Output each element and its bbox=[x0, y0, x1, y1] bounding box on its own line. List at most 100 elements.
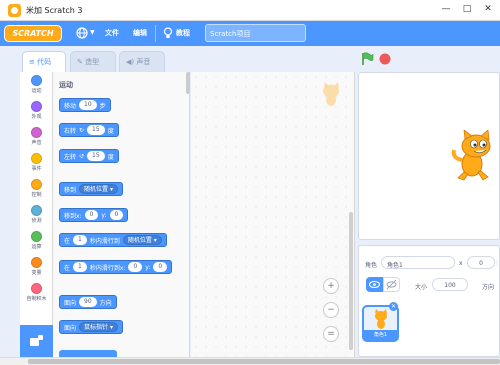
category-item[interactable]: 运算 bbox=[20, 229, 53, 254]
category-dot-icon bbox=[31, 257, 42, 268]
stop-icon[interactable] bbox=[379, 53, 391, 65]
maximize-button[interactable]: □ bbox=[462, 4, 472, 14]
category-label: 控制 bbox=[31, 192, 42, 198]
category-item[interactable]: 事件 bbox=[20, 151, 53, 176]
category-dot-icon bbox=[31, 153, 42, 164]
category-dot-icon bbox=[31, 179, 42, 190]
show-sprite-button[interactable] bbox=[366, 277, 383, 292]
block-partial[interactable] bbox=[59, 350, 117, 357]
degrees-input[interactable]: 15 bbox=[87, 151, 105, 161]
category-item[interactable]: 自制积木 bbox=[20, 281, 53, 306]
target-dropdown[interactable]: 随机位置 ▾ bbox=[122, 235, 162, 245]
brush-icon: ✎ bbox=[77, 58, 83, 66]
steps-input[interactable]: 10 bbox=[79, 100, 97, 110]
zoom-out-button[interactable]: − bbox=[323, 302, 339, 318]
block-turn-left[interactable]: 左转 ↺ 15 度 bbox=[59, 149, 119, 163]
category-dot-icon bbox=[31, 283, 42, 294]
x-input[interactable]: 0 bbox=[128, 262, 143, 272]
block-text: 度 bbox=[107, 153, 114, 161]
seconds-input[interactable]: 1 bbox=[73, 262, 87, 272]
category-item[interactable]: 声音 bbox=[20, 125, 53, 150]
hide-sprite-button[interactable] bbox=[383, 277, 400, 292]
scratch-logo-text: SCRATCH bbox=[12, 29, 54, 38]
chevron-down-icon[interactable]: ▼ bbox=[90, 29, 95, 36]
lightbulb-icon[interactable] bbox=[163, 27, 173, 39]
extension-icon bbox=[30, 335, 43, 346]
category-dot-icon bbox=[31, 205, 42, 216]
green-flag-icon[interactable] bbox=[361, 52, 374, 66]
project-title-input[interactable]: Scratch项目 bbox=[205, 24, 306, 42]
dropdown-value: 随机位置 bbox=[84, 186, 109, 193]
block-glide-to[interactable]: 在 1 秒内滑行到 随机位置 ▾ bbox=[59, 233, 167, 247]
cat-thumbnail-icon bbox=[375, 309, 387, 329]
sprite-name-input[interactable]: 角色1 bbox=[381, 256, 455, 269]
palette-scrollbar[interactable] bbox=[186, 72, 190, 94]
palette-heading: 运动 bbox=[59, 81, 73, 89]
cat-sprite[interactable] bbox=[450, 130, 496, 182]
category-item[interactable]: 外观 bbox=[20, 99, 53, 124]
block-go-to[interactable]: 移到 随机位置 ▾ bbox=[59, 182, 123, 196]
category-item[interactable]: 变量 bbox=[20, 255, 53, 280]
target-dropdown[interactable]: 鼠标指针 ▾ bbox=[79, 322, 118, 332]
category-item[interactable]: 侦测 bbox=[20, 203, 53, 228]
block-turn-right[interactable]: 右转 ↻ 15 度 bbox=[59, 123, 119, 137]
block-go-to-xy[interactable]: 移到x: 0 y: 0 bbox=[59, 208, 129, 222]
add-extension-button[interactable] bbox=[20, 325, 53, 357]
block-text: 面向 bbox=[64, 324, 77, 332]
code-icon: ≡ bbox=[29, 58, 35, 66]
menu-edit[interactable]: 编辑 bbox=[133, 28, 147, 38]
menu-tutorials[interactable]: 教程 bbox=[176, 28, 190, 38]
y-input[interactable]: 0 bbox=[153, 262, 168, 272]
minimize-button[interactable]: — bbox=[441, 4, 451, 14]
direction-input[interactable]: 90 bbox=[79, 297, 97, 307]
category-item[interactable]: 运动 bbox=[20, 73, 53, 98]
tab-costumes-label: 造型 bbox=[85, 58, 100, 66]
y-input[interactable]: 0 bbox=[109, 210, 124, 220]
target-dropdown[interactable]: 随机位置 ▾ bbox=[79, 184, 118, 194]
x-input[interactable]: 0 bbox=[84, 210, 99, 220]
degrees-input[interactable]: 15 bbox=[87, 125, 105, 135]
category-label: 变量 bbox=[31, 270, 42, 276]
tab-code-label: 代码 bbox=[37, 58, 52, 66]
menu-bar: SCRATCH ▼ 文件 编辑 教程 Scratch项目 bbox=[0, 21, 500, 46]
block-text: 右转 bbox=[64, 127, 77, 135]
block-text: 步 bbox=[99, 102, 106, 110]
close-button[interactable]: ✕ bbox=[483, 4, 493, 14]
tab-sounds[interactable]: ◀) 声音 bbox=[119, 51, 165, 72]
size-input[interactable]: 100 bbox=[432, 278, 468, 291]
block-move-steps[interactable]: 移动 10 步 bbox=[59, 98, 111, 112]
rotate-right-icon: ↻ bbox=[79, 126, 85, 134]
block-text: 在 bbox=[64, 264, 71, 272]
menu-file[interactable]: 文件 bbox=[105, 28, 119, 38]
category-label: 外观 bbox=[31, 114, 42, 120]
category-label: 声音 bbox=[31, 140, 42, 146]
app-icon bbox=[8, 4, 21, 17]
block-point-towards[interactable]: 面向 鼠标指针 ▾ bbox=[59, 320, 123, 334]
tab-code[interactable]: ≡ 代码 bbox=[22, 51, 66, 72]
zoom-in-button[interactable]: + bbox=[323, 278, 339, 294]
category-label: 侦测 bbox=[31, 218, 42, 224]
category-item[interactable]: 控制 bbox=[20, 177, 53, 202]
dropdown-value: 随机位置 bbox=[127, 237, 152, 244]
tab-sounds-label: 声音 bbox=[136, 58, 151, 66]
block-text: 方向 bbox=[99, 299, 112, 307]
globe-icon[interactable] bbox=[76, 27, 88, 39]
block-text: 移到x: bbox=[64, 212, 82, 220]
tab-costumes[interactable]: ✎ 造型 bbox=[70, 51, 116, 72]
window-scrollbar-thumb[interactable] bbox=[28, 359, 500, 364]
seconds-input[interactable]: 1 bbox=[73, 235, 87, 245]
block-text: 左转 bbox=[64, 153, 77, 161]
zoom-reset-button[interactable]: = bbox=[323, 326, 339, 342]
eye-icon bbox=[368, 280, 381, 289]
category-label: 运动 bbox=[31, 88, 42, 94]
scratch-logo[interactable]: SCRATCH bbox=[4, 25, 62, 42]
block-point-direction[interactable]: 面向 90 方向 bbox=[59, 295, 117, 309]
workspace-scrollbar[interactable] bbox=[349, 212, 353, 350]
x-position-input[interactable]: 0 bbox=[467, 256, 495, 269]
block-text: 移动 bbox=[64, 102, 77, 110]
category-dot-icon bbox=[31, 75, 42, 86]
block-glide-to-xy[interactable]: 在 1 秒内滑行到x: 0 y: 0 bbox=[59, 260, 173, 274]
title-bar: 米加 Scratch 3 — □ ✕ bbox=[0, 0, 500, 21]
speaker-icon: ◀) bbox=[126, 58, 135, 66]
delete-sprite-button[interactable]: ✕ bbox=[389, 302, 398, 311]
